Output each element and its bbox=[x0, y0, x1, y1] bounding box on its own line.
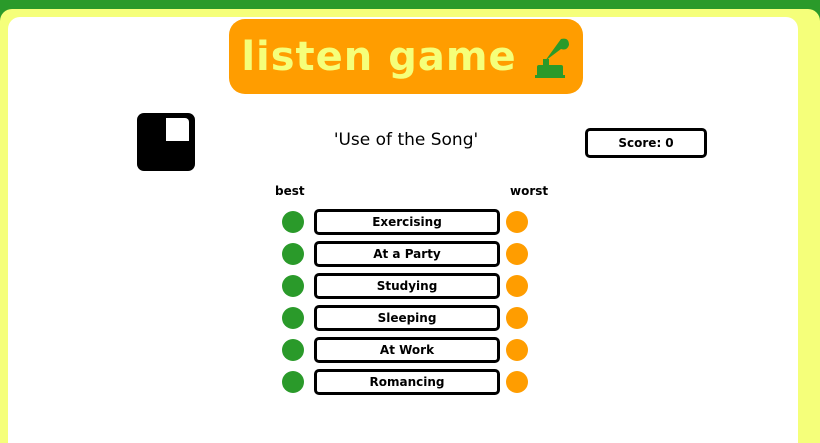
score-label: Score: bbox=[618, 136, 662, 150]
rank-item-button[interactable]: Romancing bbox=[314, 369, 500, 395]
rank-row: Studying bbox=[282, 273, 532, 299]
title-banner: listen game bbox=[229, 19, 583, 94]
rank-item-button[interactable]: At a Party bbox=[314, 241, 500, 267]
worst-dot[interactable] bbox=[506, 243, 528, 265]
rank-row: Exercising bbox=[282, 209, 532, 235]
best-label: best bbox=[275, 184, 305, 198]
worst-dot[interactable] bbox=[506, 339, 528, 361]
best-dot[interactable] bbox=[282, 339, 304, 361]
game-title: listen game bbox=[241, 33, 517, 80]
outer-frame: listen game 'Use of the Song' Score: 0 b… bbox=[0, 9, 820, 443]
clock-icon bbox=[137, 113, 195, 171]
worst-dot[interactable] bbox=[506, 307, 528, 329]
rank-item-button[interactable]: Exercising bbox=[314, 209, 500, 235]
rank-item-button[interactable]: Sleeping bbox=[314, 305, 500, 331]
gramophone-icon bbox=[534, 38, 569, 78]
score-value: 0 bbox=[665, 136, 674, 150]
rank-row: Romancing bbox=[282, 369, 532, 395]
best-dot[interactable] bbox=[282, 211, 304, 233]
rank-item-button[interactable]: At Work bbox=[314, 337, 500, 363]
best-dot[interactable] bbox=[282, 243, 304, 265]
worst-label: worst bbox=[510, 184, 549, 198]
score-box: Score: 0 bbox=[585, 128, 707, 158]
song-prompt: 'Use of the Song' bbox=[333, 130, 479, 150]
game-panel: listen game 'Use of the Song' Score: 0 b… bbox=[8, 17, 798, 443]
rank-item-button[interactable]: Studying bbox=[314, 273, 500, 299]
rank-row: At Work bbox=[282, 337, 532, 363]
worst-dot[interactable] bbox=[506, 275, 528, 297]
best-dot[interactable] bbox=[282, 371, 304, 393]
rank-row: Sleeping bbox=[282, 305, 532, 331]
best-dot[interactable] bbox=[282, 307, 304, 329]
best-dot[interactable] bbox=[282, 275, 304, 297]
clock-progress bbox=[166, 118, 189, 141]
worst-dot[interactable] bbox=[506, 211, 528, 233]
worst-dot[interactable] bbox=[506, 371, 528, 393]
rank-row: At a Party bbox=[282, 241, 532, 267]
